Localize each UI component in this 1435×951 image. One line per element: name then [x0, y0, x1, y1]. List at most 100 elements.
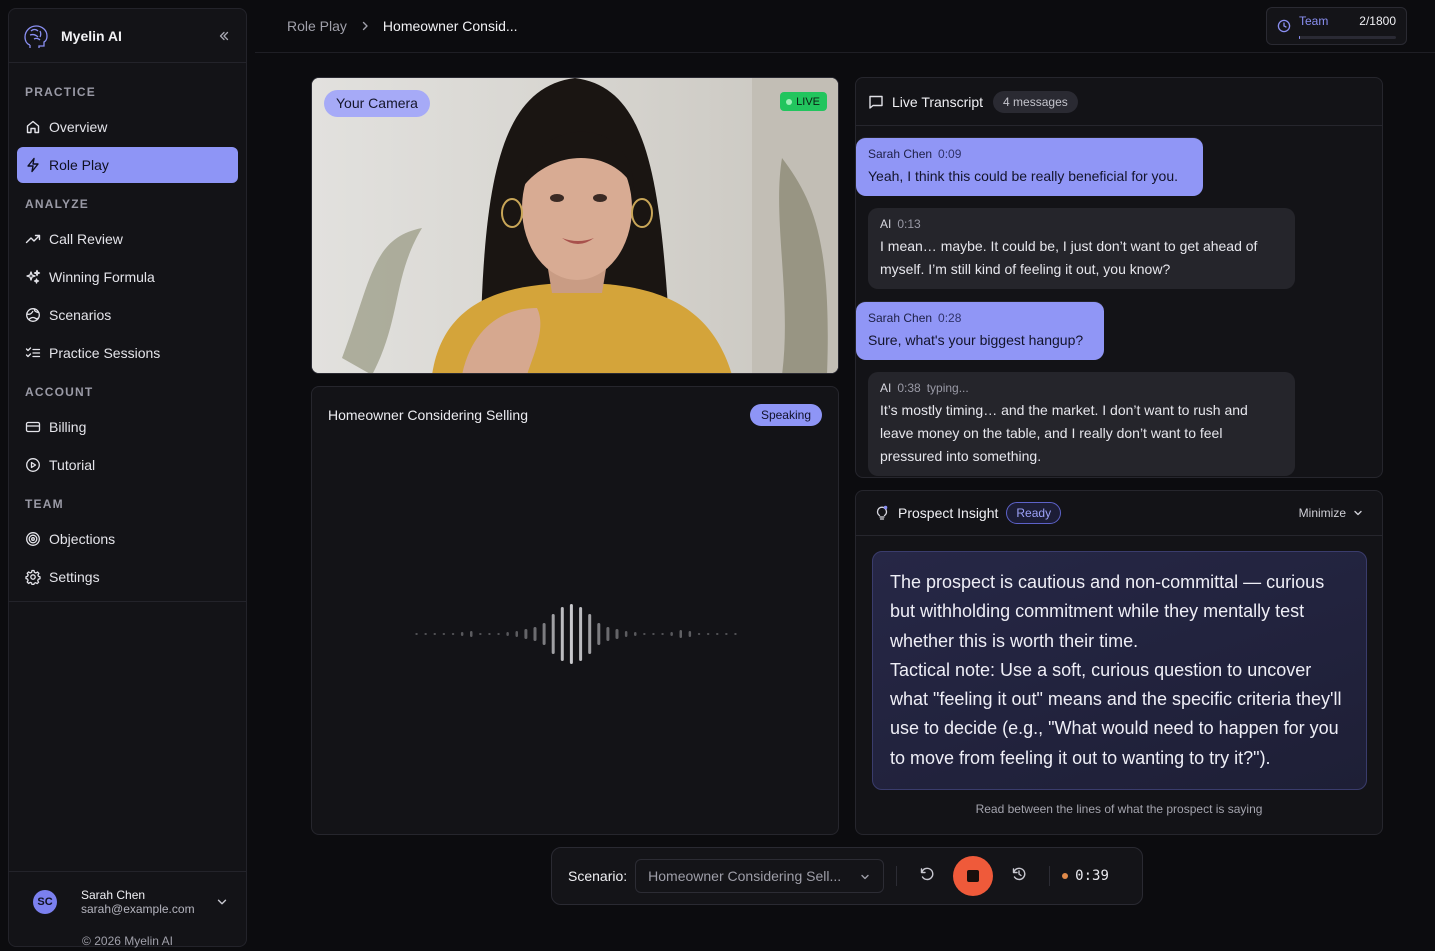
stop-icon [967, 870, 980, 882]
insight-title: Prospect Insight [898, 505, 999, 521]
scenario-value: Homeowner Considering Sell... [648, 868, 842, 884]
message-text: I mean… maybe. It could be, I just don’t… [880, 238, 1258, 277]
team-top: Team 2/1800 [1299, 14, 1396, 28]
play-circle-icon [25, 457, 41, 473]
credit-card-icon [25, 419, 41, 435]
message-author: Sarah Chen [868, 147, 933, 161]
waveform-bar [661, 633, 664, 635]
message-meta: AI 0:38 typing... [880, 380, 1283, 396]
message-meta: AI 0:13 [880, 216, 1283, 232]
collapse-sidebar-icon[interactable] [214, 26, 234, 46]
avatar: SC [33, 890, 57, 914]
timer-value: 0:39 [1075, 868, 1109, 884]
sidebar-item-objections[interactable]: Objections [17, 521, 238, 557]
chevron-down-icon[interactable] [214, 894, 230, 910]
insight-header: Prospect Insight Ready Minimize [856, 491, 1382, 536]
waveform-bar [716, 633, 719, 635]
waveform-bar [634, 632, 637, 636]
transcript-header: Live Transcript 4 messages [856, 78, 1382, 126]
section-label-practice: PRACTICE [25, 85, 96, 99]
user-info: Sarah Chen sarah@example.com [81, 888, 195, 916]
sidebar-item-label: Role Play [49, 157, 109, 173]
sidebar-item-billing[interactable]: Billing [17, 409, 238, 445]
waveform-bar [734, 633, 737, 635]
sidebar-item-label: Overview [49, 119, 108, 135]
transcript-title: Live Transcript [892, 93, 984, 110]
waveform-bar [643, 633, 646, 635]
team-count: 2/1800 [1359, 13, 1396, 28]
message-user: Sarah Chen 0:09 Yeah, I think this could … [856, 137, 1203, 196]
history-icon [1011, 866, 1027, 887]
list-checks-icon [25, 345, 41, 361]
message-time: 0:09 [938, 147, 962, 161]
waveform-bar [415, 633, 418, 635]
prospect-panel: Homeowner Considering Selling Speaking [311, 386, 839, 835]
app-root: Myelin AI PRACTICE Overview Role Play AN… [0, 0, 1435, 951]
brain-logo-icon [21, 21, 51, 51]
speaking-badge: Speaking [749, 404, 822, 426]
ready-badge: Ready [1006, 502, 1062, 524]
waveform-bar [533, 627, 537, 641]
brand: Myelin AI [9, 9, 246, 63]
waveform-bar [424, 633, 427, 635]
sidebar-item-overview[interactable]: Overview [17, 109, 238, 145]
breadcrumb: Role Play Homeowner Consid... [255, 18, 518, 34]
waveform-bar [506, 632, 509, 636]
waveform-bar [479, 633, 482, 635]
sidebar-item-label: Scenarios [49, 307, 112, 323]
message-count-badge: 4 messages [993, 90, 1078, 113]
history-button[interactable] [1001, 858, 1037, 894]
live-label: LIVE [796, 95, 820, 108]
user-card: SC Sarah Chen sarah@example.com © 2026 M… [9, 871, 246, 951]
sidebar-item-label: Billing [49, 419, 87, 435]
scenario-select[interactable]: Homeowner Considering Sell... [635, 859, 885, 893]
user-menu-trigger[interactable]: SC Sarah Chen sarah@example.com [25, 880, 230, 924]
breadcrumb-role-play[interactable]: Role Play [287, 18, 347, 34]
team-usage[interactable]: Team 2/1800 [1266, 7, 1407, 45]
message-author: AI [880, 217, 892, 231]
restart-button[interactable] [909, 858, 945, 894]
nav-divider [9, 601, 246, 602]
rotate-ccw-icon [919, 866, 935, 887]
minimize-button[interactable]: Minimize [1299, 506, 1370, 520]
sparkles-icon [25, 269, 41, 285]
typing-indicator: typing... [926, 381, 969, 395]
message-time: 0:28 [938, 311, 962, 325]
message-time: 0:38 [897, 381, 921, 395]
brand-name: Myelin AI [61, 27, 122, 44]
message-text: Yeah, I think this could be really benef… [868, 168, 1179, 184]
sidebar-item-winning-formula[interactable]: Winning Formula [17, 259, 238, 295]
top-bar: Role Play Homeowner Consid... Team 2/180… [255, 0, 1435, 53]
sidebar-item-label: Practice Sessions [49, 345, 161, 361]
section-label-team: TEAM [25, 497, 64, 511]
camera-feed: Your Camera LIVE [311, 77, 839, 374]
sidebar-item-tutorial[interactable]: Tutorial [17, 447, 238, 483]
section-label-account: ACCOUNT [25, 385, 94, 399]
camera-video-frame [312, 78, 838, 373]
recording-dot [1062, 873, 1069, 879]
sidebar-item-role-play[interactable]: Role Play [17, 147, 238, 183]
sidebar-item-practice-sessions[interactable]: Practice Sessions [17, 335, 238, 371]
waveform-bar [460, 632, 464, 636]
trending-up-icon [25, 231, 41, 247]
stop-button[interactable] [953, 856, 994, 896]
sidebar-item-scenarios[interactable]: Scenarios [17, 297, 238, 333]
sidebar-item-call-review[interactable]: Call Review [17, 221, 238, 257]
sidebar-item-label: Settings [49, 569, 100, 585]
sidebar-item-label: Tutorial [49, 457, 96, 473]
insight-summary: The prospect is cautious and non-committ… [890, 572, 1325, 651]
session-controls: Scenario: Homeowner Considering Sell... … [551, 847, 1143, 905]
waveform-bar [588, 614, 592, 654]
message-time: 0:13 [897, 217, 921, 231]
team-label: Team [1299, 13, 1329, 28]
waveform-bar [697, 633, 701, 635]
sidebar-item-label: Winning Formula [49, 269, 155, 285]
camera-label: Your Camera [324, 90, 430, 117]
session-timer: 0:39 [1062, 868, 1109, 884]
live-badge: LIVE [780, 92, 827, 111]
chevron-down-icon [1352, 507, 1364, 519]
message-ai: AI 0:13 I mean… maybe. It could be, I jus… [868, 208, 1295, 289]
sidebar-item-settings[interactable]: Settings [17, 559, 238, 595]
waveform-bar [606, 627, 610, 641]
lightbulb-icon [874, 505, 890, 521]
